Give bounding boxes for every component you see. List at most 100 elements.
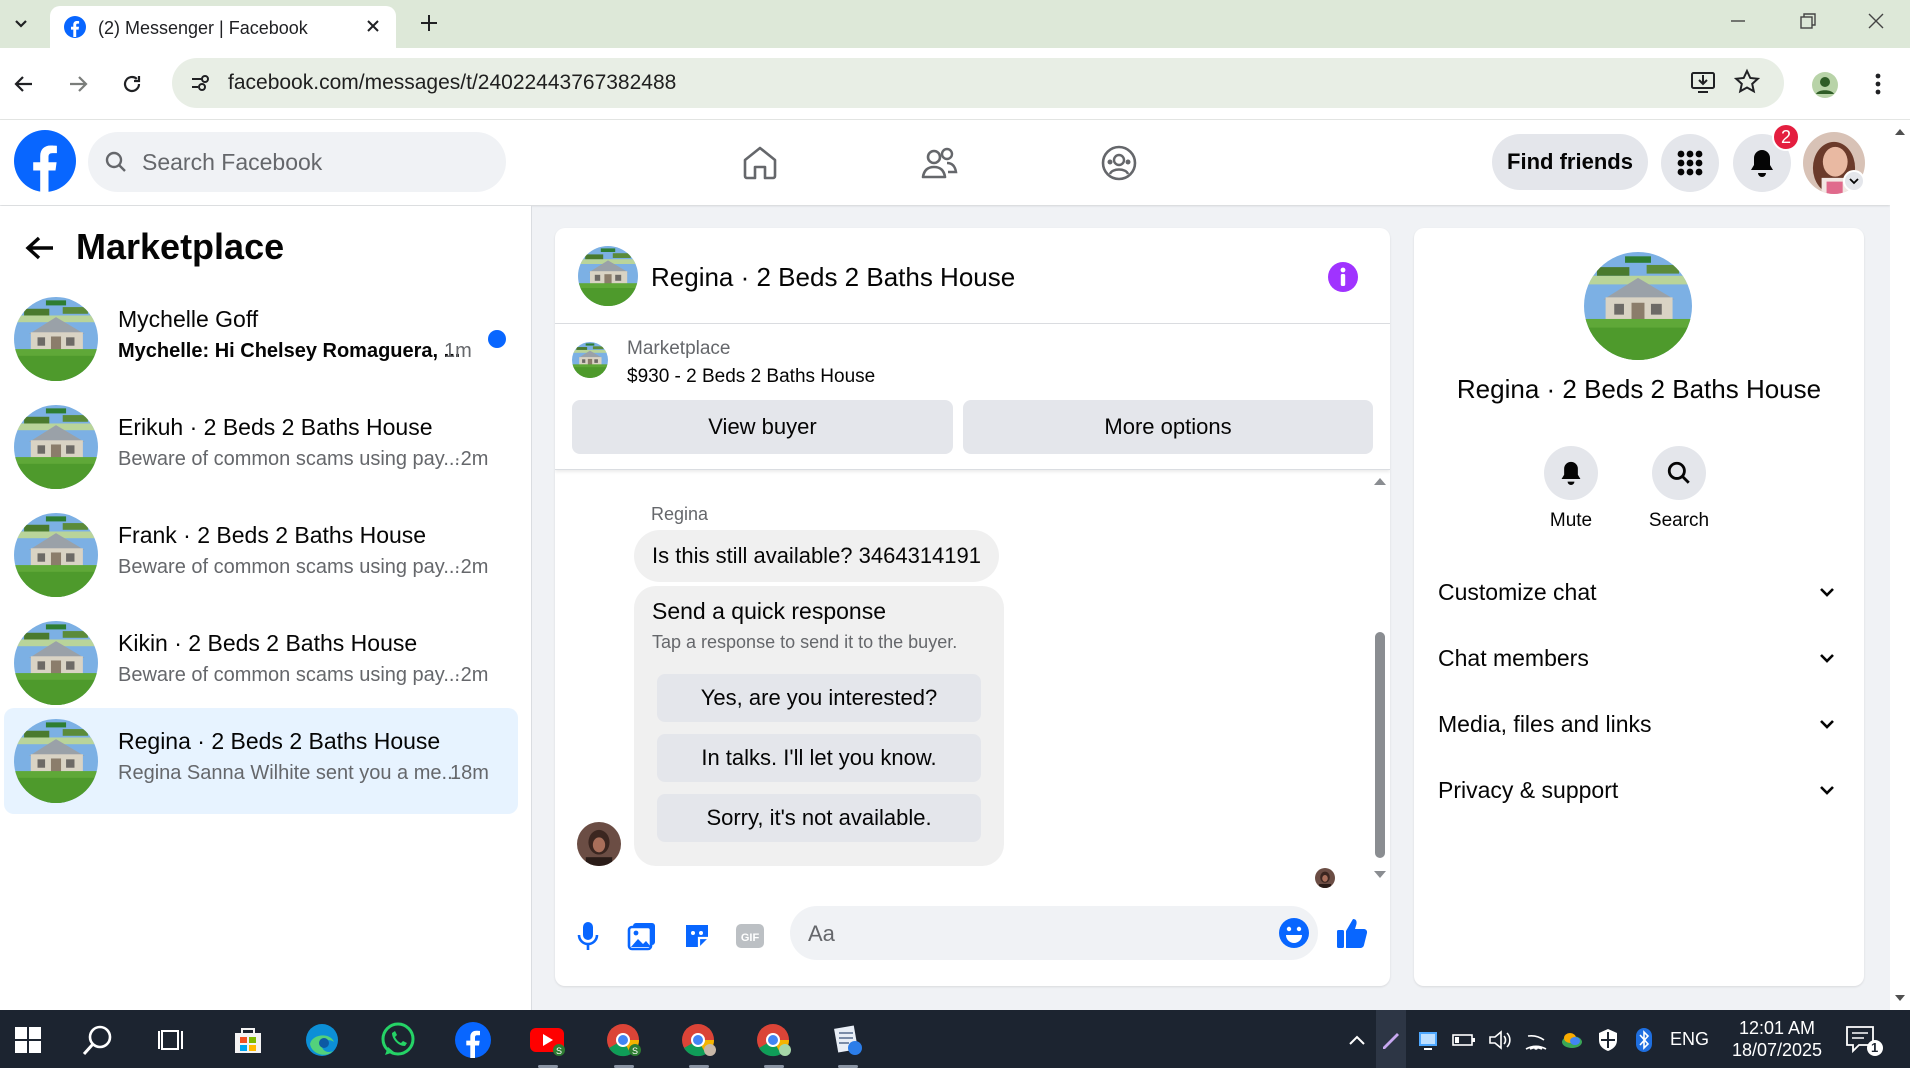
scrollbar-thumb[interactable] [1375,632,1385,858]
chat-item-erikuh[interactable]: Erikuh · 2 Beds 2 Baths House Beware of … [4,394,518,500]
menu-button[interactable] [1661,134,1719,192]
quick-response-in-talks[interactable]: In talks. I'll let you know. [657,734,981,782]
edge-browser-icon[interactable] [296,1018,348,1062]
minimize-button[interactable] [1710,4,1766,38]
system-clock[interactable]: 12:01 AM 18/07/2025 [1722,1017,1832,1061]
customize-chat-row[interactable]: Customize chat [1438,567,1838,619]
cloud-sync-icon[interactable] [1558,1026,1586,1054]
gif-icon[interactable]: GIF [730,916,770,956]
quick-response-card: Send a quick response Tap a response to … [634,586,1004,866]
bookmark-star-icon[interactable] [1732,67,1762,97]
back-button[interactable] [20,228,60,268]
chat-item-mychelle[interactable]: Mychelle Goff Mychelle: Hi Chelsey Romag… [4,286,518,392]
input-language[interactable]: ENG [1670,1029,1709,1050]
chat-item-frank[interactable]: Frank · 2 Beds 2 Baths House Beware of c… [4,502,518,608]
app-installer-icon[interactable] [822,1018,874,1068]
clock-time: 12:01 AM [1738,1018,1816,1038]
view-buyer-button[interactable]: View buyer [572,400,953,454]
mute-button[interactable]: Mute [1526,446,1616,532]
marketplace-chat-list: Marketplace Mychelle Goff Mychelle: Hi C… [0,206,532,1010]
install-app-icon[interactable] [1688,67,1718,97]
browser-profile-icon[interactable] [1806,66,1844,104]
start-button[interactable] [2,1018,54,1062]
message-scrollbar[interactable] [1370,470,1390,890]
site-info-icon[interactable] [182,65,218,101]
forward-button[interactable] [60,66,96,102]
conversation-header: Regina · 2 Beds 2 Baths House [555,228,1390,324]
privacy-support-row[interactable]: Privacy & support [1438,765,1838,817]
battery-icon[interactable] [1450,1026,1478,1054]
house-avatar [14,297,98,381]
emoji-icon[interactable] [1278,917,1310,949]
windows-taskbar: S S ENG 12:01 AM 18/07/2025 1 [0,1010,1910,1068]
chat-item-regina[interactable]: Regina · 2 Beds 2 Baths House Regina San… [4,708,518,814]
close-tab-icon[interactable] [362,15,384,37]
groups-icon [1101,145,1137,181]
svg-text:S: S [556,1046,562,1056]
nav-groups[interactable] [1079,140,1159,186]
volume-icon[interactable] [1486,1026,1514,1054]
chrome-profile-b-icon[interactable] [748,1018,800,1068]
search-in-conversation-button[interactable]: Search [1634,446,1724,532]
close-window-button[interactable] [1848,4,1904,38]
security-shield-icon[interactable] [1594,1026,1622,1054]
quick-response-yes[interactable]: Yes, are you interested? [657,674,981,722]
more-options-button[interactable]: More options [963,400,1373,454]
chrome-profile-a-icon[interactable] [673,1018,725,1068]
restore-button[interactable] [1780,4,1836,38]
thumbs-up-icon[interactable] [1335,916,1369,950]
facebook-search-input[interactable]: Search Facebook [88,132,506,192]
house-avatar[interactable] [578,246,638,306]
reload-button[interactable] [114,66,150,102]
find-friends-button[interactable]: Find friends [1492,134,1648,190]
listing-thumbnail [572,342,608,378]
chat-time: ·2m [454,556,489,578]
taskbar-search-button[interactable] [72,1018,124,1062]
tab-search-button[interactable] [4,6,38,40]
new-tab-button[interactable] [412,6,446,40]
chevron-down-icon [1820,588,1834,597]
nav-friends[interactable] [899,140,979,186]
facebook-app-icon[interactable] [447,1018,499,1062]
display-tray-icon[interactable] [1414,1026,1442,1054]
microsoft-store-icon[interactable] [222,1018,274,1062]
quick-response-not-available[interactable]: Sorry, it's not available. [657,794,981,842]
chat-preview: Regina Sanna Wilhite sent you a me... [118,762,459,784]
message-composer: GIF Aa [555,890,1390,986]
youtube-app-icon[interactable]: S [522,1018,574,1068]
reload-icon [123,75,141,93]
browser-menu-button[interactable] [1860,66,1896,102]
media-files-links-row[interactable]: Media, files and links [1438,699,1838,751]
wifi-icon[interactable] [1522,1026,1550,1054]
account-chevron-icon[interactable] [1843,170,1865,192]
facebook-logo[interactable] [14,130,76,192]
pen-tray-icon[interactable] [1376,1010,1406,1068]
whatsapp-icon[interactable] [372,1018,424,1062]
chevron-down-icon [1820,720,1834,729]
task-view-button[interactable] [146,1018,198,1062]
sender-avatar[interactable] [577,822,621,866]
chrome-profile-s-icon[interactable]: S [598,1018,650,1068]
browser-tab-messenger[interactable]: (2) Messenger | Facebook [50,6,396,48]
bluetooth-icon[interactable] [1630,1026,1658,1054]
address-bar[interactable]: facebook.com/messages/t/2402244376738248… [172,58,1784,108]
seen-avatar [1315,868,1335,888]
message-input[interactable]: Aa [790,906,1318,960]
notification-center-icon[interactable]: 1 [1845,1024,1885,1056]
chat-members-row[interactable]: Chat members [1438,633,1838,685]
message-bubble[interactable]: Is this still available? 3464314191 [634,530,1000,582]
listing-title[interactable]: $930 - 2 Beds 2 Baths House [627,366,875,388]
photo-icon[interactable] [622,916,662,956]
nav-home[interactable] [720,140,800,186]
conversation-title[interactable]: Regina · 2 Beds 2 Baths House [651,262,1015,293]
back-button[interactable] [6,66,42,102]
info-icon[interactable] [1327,261,1359,293]
show-hidden-icons-button[interactable] [1346,1026,1368,1054]
section-label: Customize chat [1438,579,1597,605]
microphone-icon[interactable] [568,916,608,956]
page-scrollbar[interactable] [1890,120,1910,1010]
chat-item-kikin[interactable]: Kikin · 2 Beds 2 Baths House Beware of c… [4,610,518,716]
sticker-icon[interactable] [677,916,717,956]
page-title: Marketplace [76,226,285,267]
chevron-down-icon [1820,654,1834,663]
